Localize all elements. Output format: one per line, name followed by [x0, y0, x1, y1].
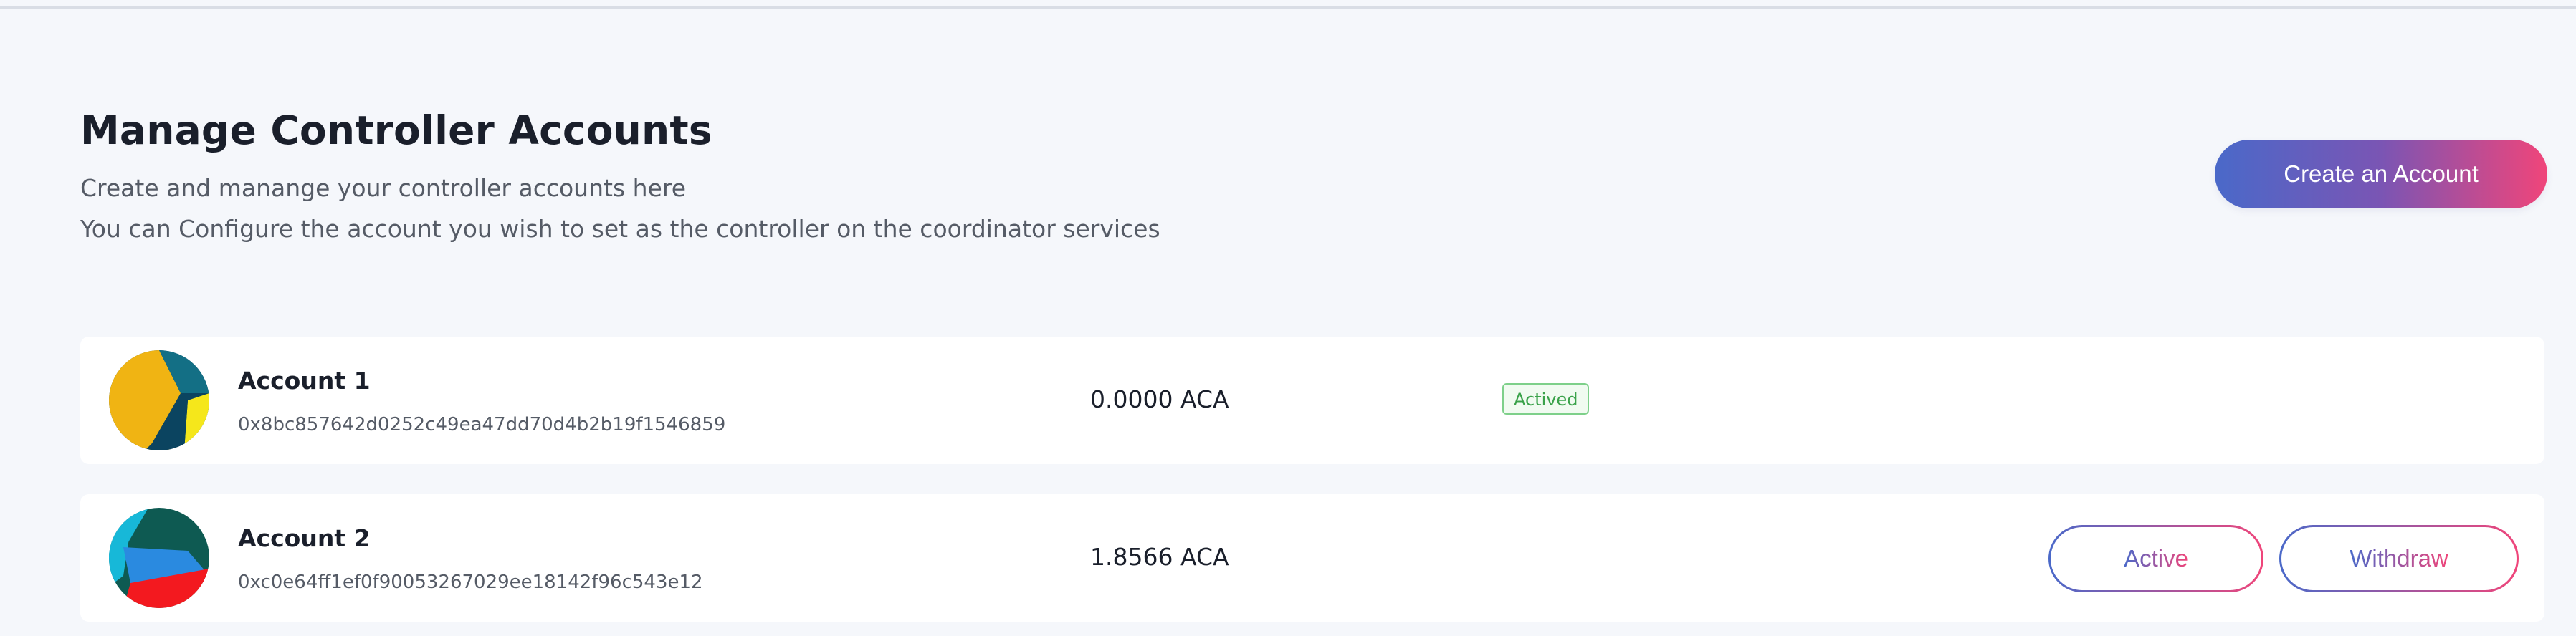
page-title: Manage Controller Accounts [80, 107, 712, 153]
account-balance: 1.8566 ACA [1090, 543, 1229, 571]
account-address: 0xc0e64ff1ef0f90053267029ee18142f96c543e… [238, 572, 703, 593]
activate-account-button[interactable]: Active [2048, 525, 2263, 592]
account-name: Account 1 [238, 367, 371, 395]
account-address: 0x8bc857642d0252c49ea47dd70d4b2b19f15468… [238, 414, 726, 435]
page-description-line-1: Create and manange your controller accou… [80, 174, 686, 202]
account-card: Account 2 0xc0e64ff1ef0f90053267029ee181… [80, 494, 2544, 622]
top-divider [0, 0, 2576, 9]
account-avatar-icon [109, 508, 209, 608]
account-card: Account 1 0x8bc857642d0252c49ea47dd70d4b… [80, 337, 2544, 464]
activate-button-label: Active [2124, 545, 2188, 572]
withdraw-button-label: Withdraw [2350, 545, 2448, 572]
withdraw-button[interactable]: Withdraw [2279, 525, 2519, 592]
status-badge: Actived [1502, 383, 1590, 415]
account-name: Account 2 [238, 524, 371, 552]
account-avatar-icon [109, 350, 209, 450]
account-balance: 0.0000 ACA [1090, 385, 1229, 413]
create-account-button[interactable]: Create an Account [2215, 140, 2547, 208]
page-header: Manage Controller Accounts Create and ma… [80, 100, 2159, 249]
page-description-line-2: You can Configure the account you wish t… [80, 215, 1160, 243]
